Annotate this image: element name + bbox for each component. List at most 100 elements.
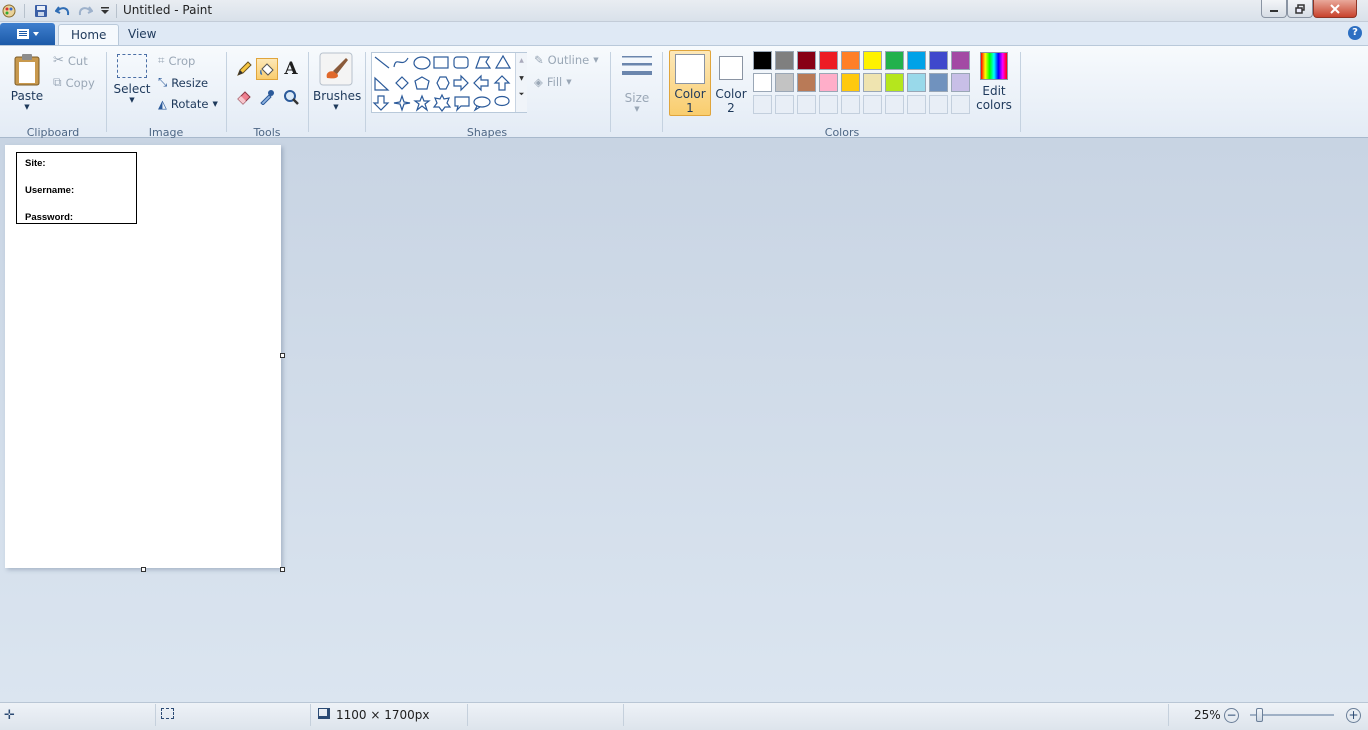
palette-swatch[interactable]	[797, 51, 816, 70]
outline-button[interactable]: ✎ Outline ▼	[534, 53, 599, 67]
resize-handle-corner[interactable]	[280, 567, 285, 572]
palette-swatch[interactable]	[951, 51, 970, 70]
scroll-down-icon[interactable]: ▼	[516, 75, 527, 82]
custom-color-slot[interactable]	[753, 95, 772, 114]
image-size-icon	[318, 708, 330, 719]
palette-swatch[interactable]	[885, 51, 904, 70]
color2-number: 2	[727, 101, 735, 115]
magnifier-tool[interactable]	[280, 86, 302, 108]
fill-shape-icon: ◈	[534, 75, 543, 89]
paint-menu-button[interactable]	[0, 23, 55, 45]
zoom-in-icon[interactable]: +	[1346, 708, 1361, 723]
cut-button[interactable]: ✂ Cut	[53, 53, 88, 68]
custom-color-slot[interactable]	[775, 95, 794, 114]
size-button[interactable]: Size ▼	[618, 53, 656, 113]
drawing-canvas[interactable]: Site: Username: Password:	[5, 145, 281, 568]
paste-label: Paste	[10, 89, 44, 103]
edit-colors-label-2: colors	[976, 98, 1012, 112]
qa-separator	[24, 4, 25, 18]
palette-swatch[interactable]	[951, 73, 970, 92]
palette-swatch[interactable]	[841, 51, 860, 70]
resize-handle-right[interactable]	[280, 353, 285, 358]
custom-color-slot[interactable]	[951, 95, 970, 114]
tab-view[interactable]: View	[116, 24, 168, 46]
scroll-up-icon[interactable]: ▲	[516, 57, 527, 64]
outline-label: Outline	[547, 53, 590, 67]
text-tool[interactable]: A	[280, 58, 302, 80]
color-picker-tool[interactable]	[256, 86, 278, 108]
custom-color-slot[interactable]	[885, 95, 904, 114]
resize-button[interactable]: ⤡ Resize	[158, 75, 208, 90]
redo-icon[interactable]	[76, 2, 94, 20]
chevron-down-icon: ▼	[129, 96, 135, 104]
palette-swatch[interactable]	[929, 73, 948, 92]
cursor-position-icon: ✛	[4, 708, 15, 723]
minimize-button[interactable]	[1261, 0, 1287, 18]
color1-label: Color	[674, 87, 706, 101]
pencil-tool[interactable]	[233, 58, 255, 80]
palette-swatch[interactable]	[885, 73, 904, 92]
chevron-down-icon: ▼	[593, 56, 599, 64]
rotate-button[interactable]: ◭ Rotate ▼	[158, 97, 218, 111]
palette-swatch[interactable]	[797, 73, 816, 92]
crop-button[interactable]: ⌗ Crop	[158, 53, 195, 68]
crop-label: Crop	[168, 53, 196, 68]
save-icon[interactable]	[32, 2, 50, 20]
copy-button[interactable]: ⧉ Copy	[53, 75, 95, 90]
palette-swatch[interactable]	[753, 51, 772, 70]
eraser-icon	[237, 91, 251, 105]
image-dimensions: 1100 × 1700px	[336, 708, 430, 722]
eraser-tool[interactable]	[233, 86, 255, 108]
paste-button[interactable]: Paste ▼	[8, 52, 46, 111]
palette-swatch[interactable]	[907, 73, 926, 92]
pencil-icon	[237, 61, 252, 76]
selection-size-icon	[161, 708, 174, 719]
group-separator	[226, 52, 227, 132]
title-bar: Untitled - Paint	[0, 0, 1368, 22]
paint-app-icon[interactable]	[0, 2, 18, 20]
custom-color-slot[interactable]	[797, 95, 816, 114]
brushes-button[interactable]: Brushes ▼	[313, 52, 361, 111]
palette-swatch[interactable]	[863, 73, 882, 92]
chevron-down-icon: ▼	[333, 103, 339, 111]
palette-swatch[interactable]	[819, 73, 838, 92]
tab-home[interactable]: Home	[58, 24, 120, 46]
window-title: Untitled - Paint	[123, 3, 213, 17]
palette-swatch[interactable]	[907, 51, 926, 70]
custom-color-slot[interactable]	[929, 95, 948, 114]
undo-icon[interactable]	[54, 2, 72, 20]
fill-tool[interactable]	[256, 58, 278, 80]
palette-swatch[interactable]	[753, 73, 772, 92]
status-separator	[155, 704, 156, 726]
expand-gallery-icon[interactable]: ⏷	[516, 90, 527, 99]
palette-swatch[interactable]	[929, 51, 948, 70]
fill-button[interactable]: ◈ Fill ▼	[534, 75, 572, 89]
palette-swatch[interactable]	[819, 51, 838, 70]
palette-swatch[interactable]	[863, 51, 882, 70]
magnifier-icon	[284, 90, 299, 105]
select-button[interactable]: Select ▼	[113, 54, 151, 104]
zoom-slider-thumb[interactable]	[1256, 708, 1263, 722]
resize-handle-bottom[interactable]	[141, 567, 146, 572]
color2-button[interactable]: Color 2	[713, 50, 749, 115]
custom-color-slot[interactable]	[819, 95, 838, 114]
custom-color-slot[interactable]	[907, 95, 926, 114]
brush-icon	[319, 52, 353, 86]
restore-button[interactable]	[1287, 0, 1313, 18]
shapes-scrollbar[interactable]: ▲ ▼ ⏷	[515, 53, 527, 112]
palette-swatch[interactable]	[775, 73, 794, 92]
restore-icon	[1295, 3, 1305, 14]
customize-quick-access-icon[interactable]	[96, 2, 114, 20]
chevron-down-icon: ▼	[212, 100, 218, 108]
copy-label: Copy	[65, 75, 95, 90]
palette-swatch[interactable]	[775, 51, 794, 70]
custom-color-slot[interactable]	[841, 95, 860, 114]
zoom-out-icon[interactable]: −	[1224, 708, 1239, 723]
password-field-label: Password:	[25, 212, 74, 223]
color1-button[interactable]: Color 1	[669, 50, 711, 116]
edit-colors-button[interactable]: Edit colors	[976, 52, 1012, 112]
help-icon[interactable]: ?	[1348, 26, 1362, 40]
custom-color-slot[interactable]	[863, 95, 882, 114]
close-button[interactable]	[1313, 0, 1357, 18]
palette-swatch[interactable]	[841, 73, 860, 92]
